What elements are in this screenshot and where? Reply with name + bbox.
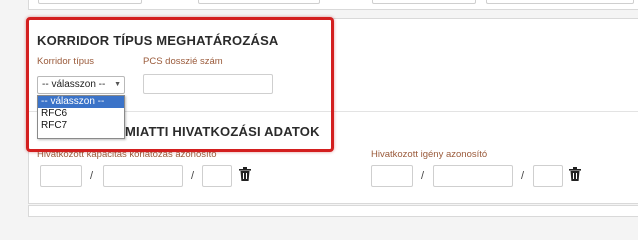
bottom-panel — [28, 205, 638, 217]
annotation-highlight-box — [26, 17, 334, 152]
request-separator-2: / — [521, 170, 525, 182]
capacity-id-part3[interactable] — [202, 165, 232, 187]
request-id-part3[interactable] — [533, 165, 563, 187]
top-input-3[interactable] — [372, 0, 476, 4]
request-id-label: Hivatkozott igény azonosító — [371, 149, 488, 160]
request-separator-1: / — [421, 170, 425, 182]
top-input-1[interactable] — [38, 0, 142, 4]
top-input-2[interactable] — [198, 0, 320, 4]
capacity-id-part1[interactable] — [40, 165, 82, 187]
request-id-part2[interactable] — [433, 165, 513, 187]
trash-icon[interactable] — [569, 167, 581, 181]
capacity-id-part2[interactable] — [103, 165, 183, 187]
capacity-separator-1: / — [90, 170, 94, 182]
top-input-4[interactable] — [486, 0, 634, 4]
trash-icon[interactable] — [239, 167, 251, 181]
request-id-part1[interactable] — [371, 165, 413, 187]
capacity-separator-2: / — [191, 170, 195, 182]
